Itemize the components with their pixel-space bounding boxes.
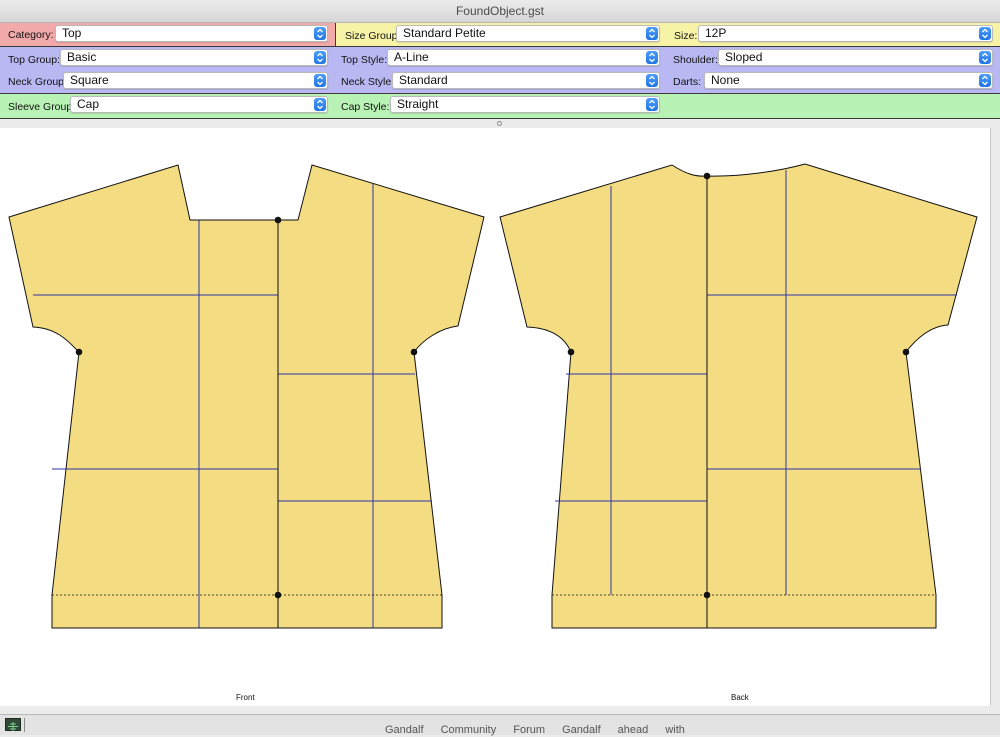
background-window-text: Gandalf Community Forum Gandalf ahead wi…	[385, 724, 685, 736]
back-notch-point[interactable]	[902, 348, 910, 356]
chevron-updown-icon	[979, 27, 991, 40]
shoulder-value: Sloped	[725, 50, 763, 64]
cap-style-label: Cap Style:	[341, 101, 390, 113]
top-style-select[interactable]: A-Line	[387, 49, 660, 66]
sleeve-group-value: Cap	[77, 97, 100, 111]
front-notch-point[interactable]	[274, 591, 282, 599]
chevron-updown-icon	[314, 98, 326, 111]
top-group-label: Top Group:	[8, 54, 60, 66]
chevron-updown-icon	[314, 74, 326, 87]
front-piece-body	[8, 164, 279, 629]
size-group-value: Standard Petite	[403, 26, 486, 40]
grid-icon	[8, 722, 18, 731]
category-select[interactable]: Top	[55, 25, 328, 42]
size-select[interactable]: 12P	[698, 25, 993, 42]
chevron-updown-icon	[979, 51, 991, 64]
front-piece-right	[277, 164, 485, 629]
shoulder-label: Shoulder:	[673, 54, 718, 66]
pattern-drawing	[8, 163, 978, 629]
top-style-value: A-Line	[394, 50, 429, 64]
top-group-value: Basic	[67, 50, 97, 64]
chevron-updown-icon	[646, 98, 658, 111]
chevron-updown-icon	[646, 74, 658, 87]
size-label: Size:	[674, 30, 698, 42]
back-piece-body	[499, 163, 978, 629]
style-rows: Top Group: Basic Top Style: A-Line Shoul…	[0, 47, 1000, 94]
category-row: Category: Top Size Group: Standard Petit…	[0, 23, 1000, 47]
front-piece-label: Front	[236, 693, 255, 702]
size-group-select[interactable]: Standard Petite	[396, 25, 660, 42]
category-value: Top	[62, 26, 82, 40]
window-titlebar: FoundObject.gst	[0, 0, 1000, 23]
size-group-label: Size Group:	[345, 30, 401, 42]
front-piece[interactable]	[8, 164, 485, 629]
front-notch-point[interactable]	[75, 348, 83, 356]
front-notch-point[interactable]	[410, 348, 418, 356]
darts-label: Darts:	[673, 76, 702, 88]
neck-group-label: Neck Group:	[8, 76, 67, 88]
back-notch-point[interactable]	[703, 172, 711, 180]
category-label: Category:	[8, 29, 54, 41]
chevron-updown-icon	[646, 27, 658, 40]
back-notch-point[interactable]	[703, 591, 711, 599]
neck-style-select[interactable]: Standard	[392, 72, 660, 89]
cap-style-value: Straight	[397, 97, 439, 111]
neck-group-select[interactable]: Square	[63, 72, 328, 89]
window-title: FoundObject.gst	[455, 4, 545, 18]
top-style-label: Top Style:	[341, 54, 388, 66]
back-piece-label: Back	[731, 693, 749, 702]
chevron-updown-icon	[979, 74, 991, 87]
chevron-updown-icon	[314, 27, 326, 40]
top-group-select[interactable]: Basic	[60, 49, 328, 66]
back-notch-point[interactable]	[567, 348, 575, 356]
darts-select[interactable]: None	[704, 72, 993, 89]
back-piece[interactable]	[499, 163, 978, 629]
splitter-handle[interactable]	[497, 121, 502, 126]
neck-group-value: Square	[70, 73, 109, 87]
sleeve-group-label: Sleeve Group:	[8, 101, 76, 113]
pattern-canvas[interactable]: Front Back	[0, 128, 991, 706]
sleeve-group-select[interactable]: Cap	[70, 96, 328, 113]
darts-value: None	[711, 73, 740, 87]
chevron-updown-icon	[314, 51, 326, 64]
size-value: 12P	[705, 26, 727, 40]
chevron-updown-icon	[646, 51, 658, 64]
cap-style-select[interactable]: Straight	[390, 96, 660, 113]
shoulder-select[interactable]: Sloped	[718, 49, 993, 66]
neck-style-value: Standard	[399, 73, 448, 87]
front-notch-point[interactable]	[274, 216, 282, 224]
grid-toggle-button[interactable]	[5, 718, 21, 731]
neck-style-label: Neck Style:	[341, 76, 395, 88]
sleeve-row: Sleeve Group: Cap Cap Style: Straight	[0, 94, 1000, 119]
